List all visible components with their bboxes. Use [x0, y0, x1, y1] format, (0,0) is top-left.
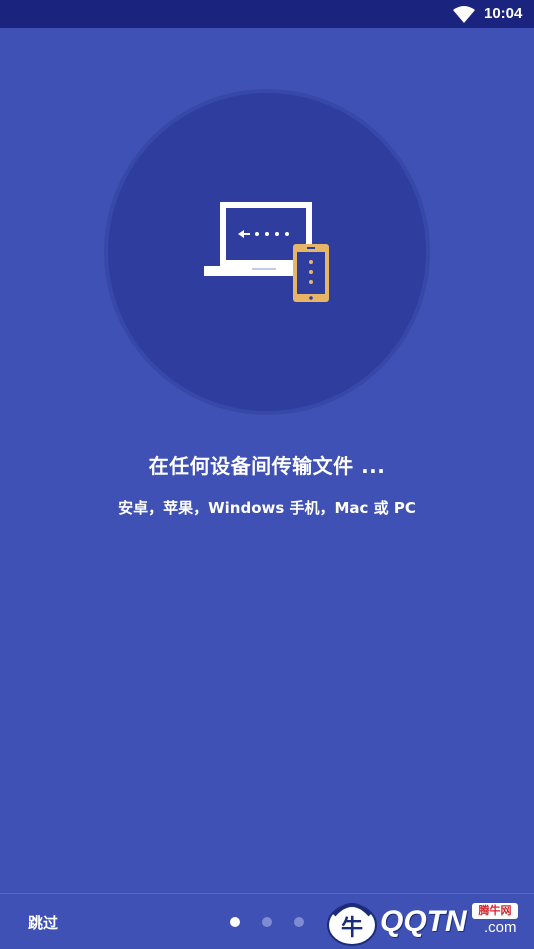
qqtn-watermark: 牛 QQTN 腾牛网 .com [322, 895, 534, 949]
page-indicator-dot-3[interactable] [294, 917, 304, 927]
page-indicator-dot-2[interactable] [262, 917, 272, 927]
watermark-badge: 腾牛网 [472, 903, 518, 919]
onboarding-title: 在任何设备间传输文件 ... [148, 454, 386, 478]
footer-divider [0, 893, 534, 894]
status-bar: 10:04 [0, 0, 534, 28]
watermark-logo-text: QQTN [380, 905, 467, 938]
page-indicator-dot-1[interactable] [230, 917, 240, 927]
qqtn-logo-icon: 牛 [327, 903, 377, 946]
svg-text:牛: 牛 [341, 915, 363, 940]
wifi-icon [453, 6, 475, 23]
status-time: 10:04 [484, 5, 523, 22]
laptop-phone-transfer-icon [204, 202, 329, 302]
onboarding-subtitle: 安卓，苹果，Windows 手机，Mac 或 PC [118, 499, 416, 517]
skip-button[interactable]: 跳过 [28, 912, 58, 933]
watermark-suffix: .com [484, 919, 517, 936]
